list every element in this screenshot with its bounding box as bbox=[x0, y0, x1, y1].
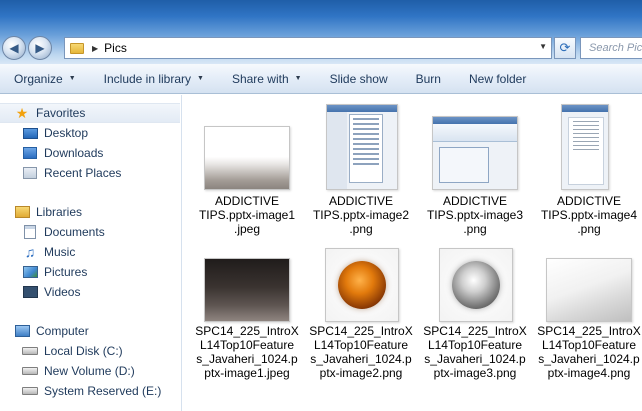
nav-item-label: New Volume (D:) bbox=[44, 364, 135, 378]
chevron-down-icon: ▼ bbox=[294, 75, 302, 82]
breadcrumb-separator-icon[interactable]: ▶ bbox=[92, 44, 98, 53]
file-name: SPC14_225_IntroX L14Top10Feature s_Javaher… bbox=[195, 324, 299, 380]
file-name: ADDICTIVE TIPS.pptx-image2 .png bbox=[312, 194, 410, 236]
new-folder-label: New folder bbox=[468, 71, 527, 86]
burn-button[interactable]: Burn bbox=[416, 72, 441, 86]
nav-item-label: System Reserved (E:) bbox=[44, 384, 162, 398]
nav-item-recent-places[interactable]: Recent Places bbox=[0, 163, 121, 183]
file-name: ADDICTIVE TIPS.pptx-image4 .png bbox=[540, 194, 638, 236]
nav-item-label: Documents bbox=[44, 225, 105, 239]
file-name: ADDICTIVE TIPS.pptx-image3 .png bbox=[426, 194, 524, 236]
command-toolbar: Organize ▼ Include in library ▼ Share with… bbox=[0, 64, 642, 94]
videos-icon bbox=[22, 286, 38, 298]
back-arrow-icon: ◀ bbox=[9, 41, 19, 55]
slide-show-label: Slide show bbox=[329, 71, 388, 86]
file-item[interactable]: ADDICTIVE TIPS.pptx-image2 .png bbox=[306, 98, 416, 240]
file-item[interactable]: ADDICTIVE TIPS.pptx-image1 .jpeg bbox=[192, 98, 302, 240]
nav-item-pictures[interactable]: Pictures bbox=[0, 262, 87, 282]
image-thumbnail bbox=[325, 248, 399, 322]
nav-item-videos[interactable]: Videos bbox=[0, 282, 80, 302]
nav-item-label: Desktop bbox=[44, 126, 89, 140]
back-button[interactable]: ◀ bbox=[2, 36, 26, 60]
libraries-icon bbox=[14, 206, 30, 218]
new-folder-button[interactable]: New folder bbox=[469, 72, 526, 86]
image-thumbnail bbox=[204, 258, 290, 322]
refresh-button[interactable]: ⟳ bbox=[554, 37, 576, 59]
slide-show-button[interactable]: Slide show bbox=[330, 72, 388, 86]
file-name: SPC14_225_IntroX L14Top10Feature s_Javaher… bbox=[309, 324, 413, 380]
silver-orb-icon bbox=[452, 261, 500, 309]
nav-item-desktop[interactable]: Desktop bbox=[0, 123, 88, 143]
image-thumbnail bbox=[546, 258, 632, 322]
organize-button[interactable]: Organize ▼ bbox=[14, 72, 76, 86]
nav-item-label: Recent Places bbox=[44, 166, 122, 180]
hard-drive-icon bbox=[22, 367, 38, 375]
file-item[interactable]: ADDICTIVE TIPS.pptx-image4 .png bbox=[534, 98, 642, 240]
nav-item-drive-c[interactable]: Local Disk (C:) bbox=[0, 341, 123, 361]
file-item[interactable]: SPC14_225_IntroX L14Top10Feature s_Javaher… bbox=[534, 244, 642, 384]
nav-item-label: Videos bbox=[44, 285, 81, 299]
search-input[interactable]: Search Pics bbox=[580, 37, 642, 59]
include-in-library-label: Include in library bbox=[103, 71, 192, 86]
address-bar[interactable]: ▶ Pics ▼ bbox=[64, 37, 552, 59]
file-item[interactable]: SPC14_225_IntroX L14Top10Feature s_Javaher… bbox=[420, 244, 530, 384]
navigation-pane: ★ Favorites Desktop Downloads Recent Pla… bbox=[0, 95, 182, 411]
nav-item-label: Pictures bbox=[44, 265, 88, 279]
refresh-icon: ⟳ bbox=[559, 40, 571, 55]
star-icon: ★ bbox=[15, 104, 29, 121]
image-thumbnail bbox=[326, 104, 398, 190]
file-name: SPC14_225_IntroX L14Top10Feature s_Javaher… bbox=[537, 324, 641, 380]
include-in-library-button[interactable]: Include in library ▼ bbox=[104, 72, 204, 86]
forward-button[interactable]: ▶ bbox=[28, 36, 52, 60]
file-item[interactable]: SPC14_225_IntroX L14Top10Feature s_Javaher… bbox=[192, 244, 302, 384]
image-thumbnail bbox=[432, 116, 518, 190]
address-history-dropdown-icon[interactable]: ▼ bbox=[539, 42, 547, 51]
file-item[interactable]: SPC14_225_IntroX L14Top10Feature s_Javaher… bbox=[306, 244, 416, 384]
nav-item-drive-d[interactable]: New Volume (D:) bbox=[0, 361, 135, 381]
share-with-button[interactable]: Share with ▼ bbox=[232, 72, 302, 86]
breadcrumb-current[interactable]: Pics bbox=[104, 41, 127, 55]
nav-favorites-label: Favorites bbox=[36, 106, 86, 120]
forward-arrow-icon: ▶ bbox=[35, 41, 45, 55]
hard-drive-icon bbox=[22, 387, 38, 395]
nav-item-label: Downloads bbox=[44, 146, 104, 160]
image-thumbnail bbox=[204, 126, 290, 190]
pictures-icon bbox=[22, 266, 38, 278]
nav-item-label: Music bbox=[44, 245, 76, 259]
documents-icon bbox=[24, 225, 36, 239]
orange-orb-icon bbox=[338, 261, 386, 309]
recent-places-icon bbox=[23, 167, 37, 179]
chevron-down-icon: ▼ bbox=[68, 75, 76, 82]
file-name: SPC14_225_IntroX L14Top10Feature s_Javaher… bbox=[423, 324, 527, 380]
window-titlebar: ◀ ▶ ▶ Pics ▼ ⟳ Search Pics bbox=[0, 0, 642, 64]
downloads-icon bbox=[23, 147, 37, 159]
nav-computer[interactable]: Computer bbox=[0, 321, 89, 341]
nav-item-downloads[interactable]: Downloads bbox=[0, 143, 103, 163]
image-thumbnail bbox=[439, 248, 513, 322]
folder-icon bbox=[70, 42, 84, 54]
image-thumbnail bbox=[561, 104, 609, 190]
organize-label: Organize bbox=[14, 71, 63, 86]
nav-favorites[interactable]: ★ Favorites bbox=[0, 103, 180, 123]
nav-item-drive-e[interactable]: System Reserved (E:) bbox=[0, 381, 161, 401]
nav-item-label: Local Disk (C:) bbox=[44, 344, 123, 358]
burn-label: Burn bbox=[415, 71, 441, 86]
desktop-icon bbox=[22, 127, 38, 139]
nav-item-music[interactable]: ♫ Music bbox=[0, 242, 76, 262]
nav-libraries[interactable]: Libraries bbox=[0, 202, 82, 222]
share-with-label: Share with bbox=[231, 71, 289, 86]
file-list: ADDICTIVE TIPS.pptx-image1 .jpeg ADDICTIVE… bbox=[190, 98, 642, 411]
file-name: ADDICTIVE TIPS.pptx-image1 .jpeg bbox=[198, 194, 296, 236]
hard-drive-icon bbox=[22, 347, 38, 355]
nav-computer-label: Computer bbox=[36, 324, 89, 338]
music-note-icon: ♫ bbox=[24, 244, 36, 260]
computer-icon bbox=[14, 325, 30, 337]
file-item[interactable]: ADDICTIVE TIPS.pptx-image3 .png bbox=[420, 98, 530, 240]
nav-item-documents[interactable]: Documents bbox=[0, 222, 105, 242]
nav-libraries-label: Libraries bbox=[36, 205, 83, 219]
chevron-down-icon: ▼ bbox=[197, 75, 204, 82]
